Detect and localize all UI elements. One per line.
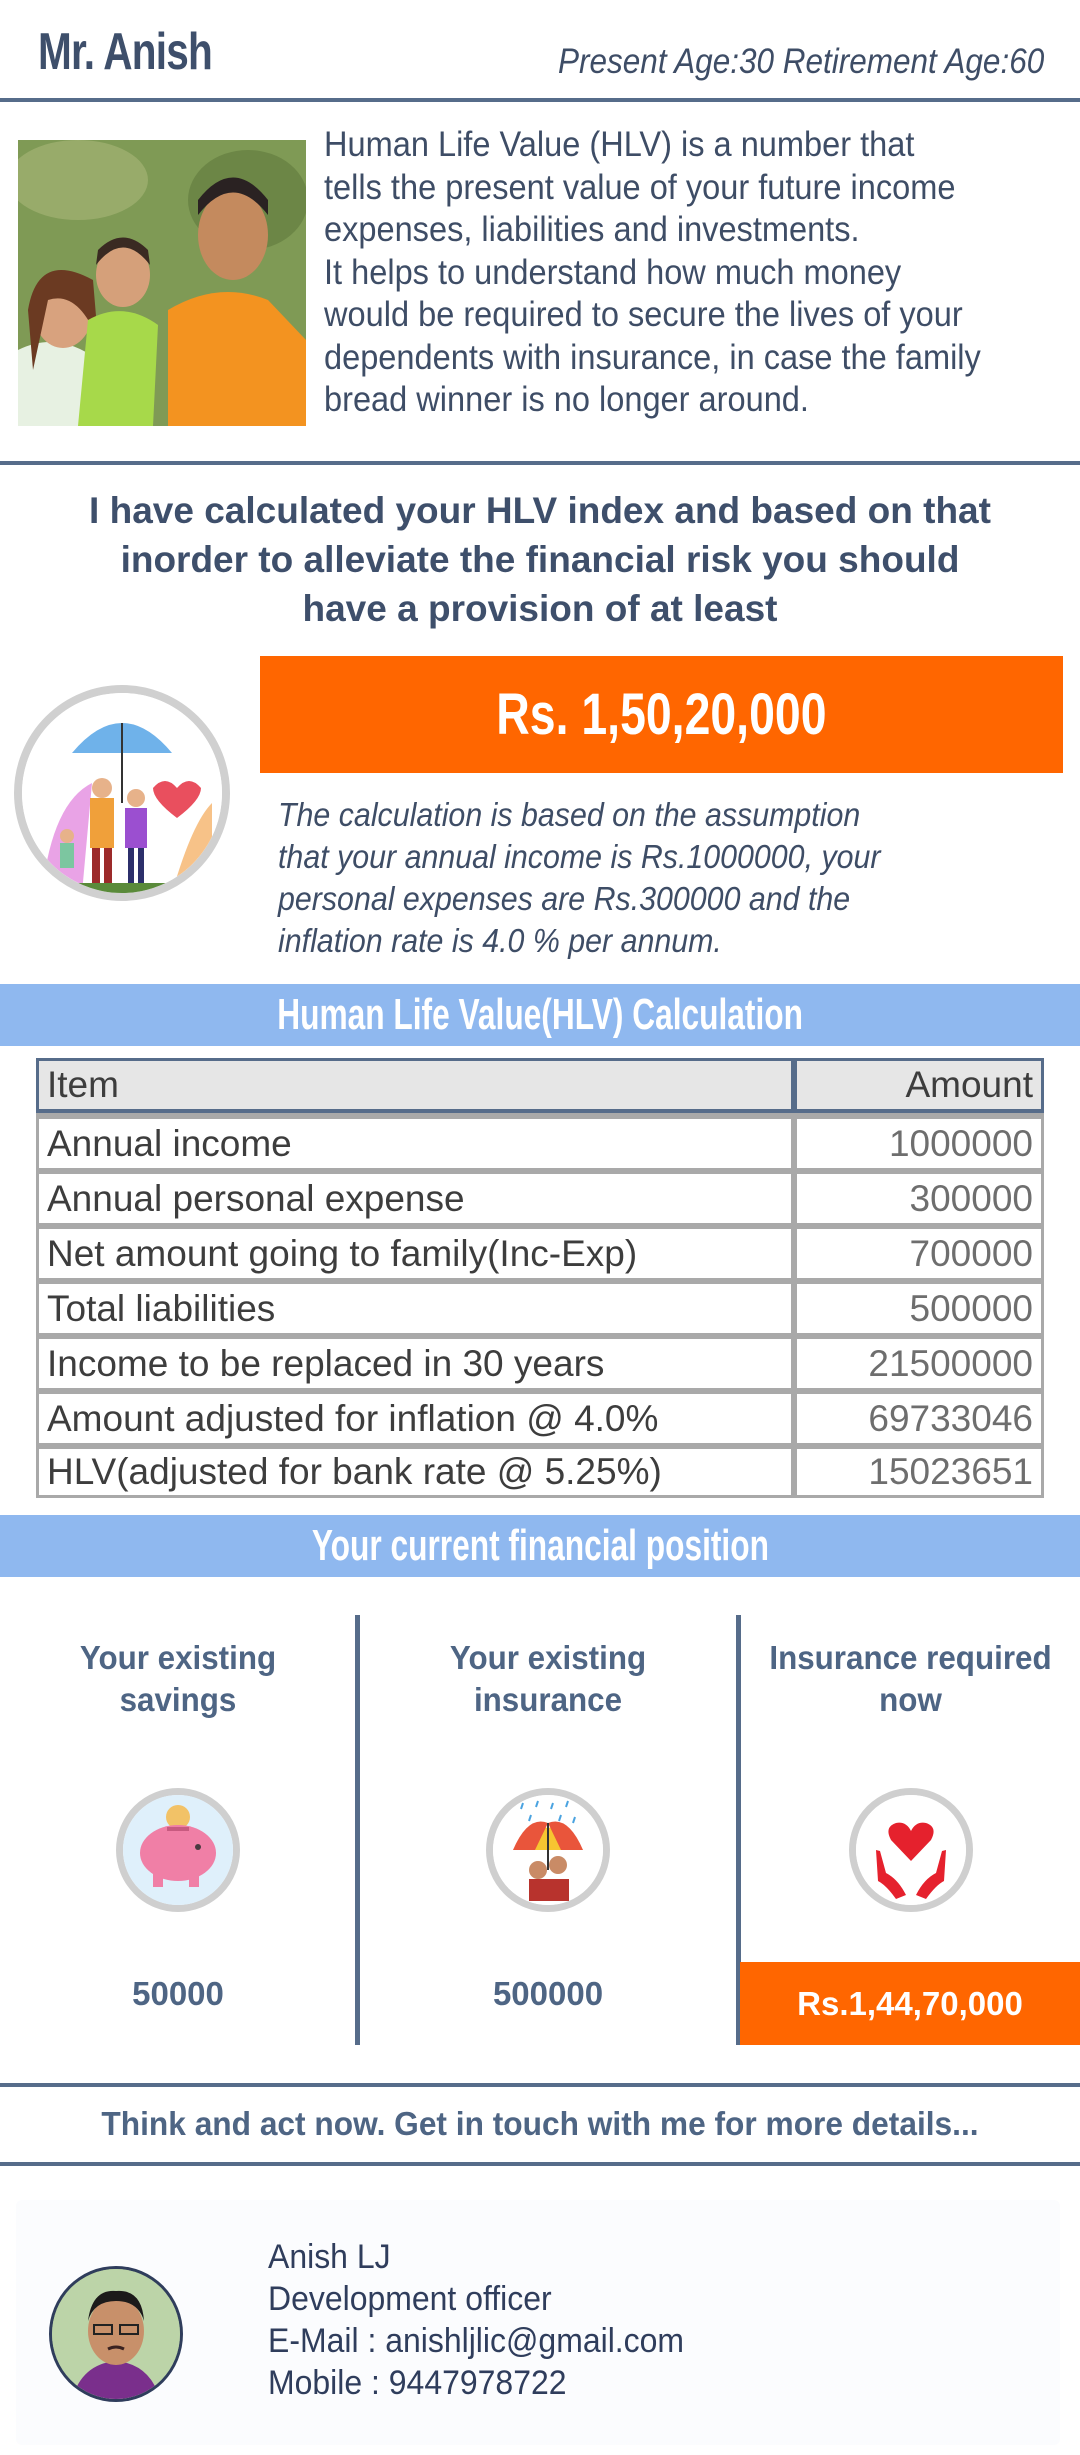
family-photo [18,140,306,426]
row-item: Annual income [36,1113,794,1168]
row-amount: 300000 [794,1168,1044,1223]
column-title-line: Your existing [449,1639,647,1676]
hlv-calculation-table: Item Amount Annual income 1000000 Annual … [36,1058,1044,1498]
assumption-note: The calculation is based on the assumpti… [278,794,1014,962]
cta-top-divider [0,2083,1080,2087]
hlv-description-line: tells the present value of your future i… [324,167,956,207]
table-row: HLV(adjusted for bank rate @ 5.25%) 15023… [36,1443,1044,1498]
hlv-description-line: would be required to secure the lives of… [324,295,963,334]
column-title-line: insurance [473,1681,623,1718]
table-row: Total liabilities 500000 [36,1278,1044,1333]
piggy-bank-icon [116,1788,240,1912]
column-title-line: Your existing [79,1639,277,1676]
column-title: Your existing savings [9,1637,347,1721]
position-section-title: Your current financial position [311,1521,769,1570]
headline-line: have a provision of at least [302,588,778,629]
assumption-line: that your annual income is Rs.1000000, y… [278,838,881,875]
insurance-required-value: Rs.1,44,70,000 [797,1984,1023,2022]
contact-name: Anish LJ [268,2238,391,2276]
heart-hands-icon [848,1788,973,1912]
age-info: Present Age:30 Retirement Age:60 [557,42,1044,81]
hlv-description-line: dependents with insurance, in case the f… [324,337,981,377]
row-amount: 21500000 [794,1333,1044,1388]
hlv-description-line: expenses, liabilities and investments. [324,210,860,249]
hlv-section-title: Human Life Value(HLV) Calculation [277,990,803,1039]
contact-email[interactable]: E-Mail : anishljlic@gmail.com [268,2320,684,2362]
row-item: Total liabilities [36,1278,794,1333]
table-row: Income to be replaced in 30 years 2150000… [36,1333,1044,1388]
column-title: Insurance required now [749,1637,1071,1721]
cta-bottom-divider [0,2162,1080,2166]
hlv-description-line: It helps to understand how much money [324,252,902,292]
row-amount: 700000 [794,1223,1044,1278]
row-item: Annual personal expense [36,1168,794,1223]
row-item: HLV(adjusted for bank rate @ 5.25%) [36,1443,794,1498]
hlv-section-header: Human Life Value(HLV) Calculation [0,984,1080,1046]
umbrella-family-icon [486,1788,610,1912]
assumption-line: personal expenses are Rs.300000 and the [278,880,851,917]
position-section-header: Your current financial position [0,1515,1080,1577]
contact-details: Anish LJ Development officer E-Mail : an… [268,2236,711,2404]
column-title-line: savings [119,1681,237,1718]
provision-amount: Rs. 1,50,20,000 [496,682,827,747]
row-item: Amount adjusted for inflation @ 4.0% [36,1388,794,1443]
row-amount: 69733046 [794,1388,1044,1443]
hlv-description: Human Life Value (HLV) is a number that … [324,124,1068,422]
headline-line: inorder to alleviate the financial risk … [120,539,960,580]
header-divider [0,98,1080,102]
provision-amount-box: Rs. 1,50,20,000 [260,656,1063,773]
insurance-required-box: Rs.1,44,70,000 [740,1962,1080,2045]
column-header-amount: Amount [794,1058,1044,1113]
recommendation-headline: I have calculated your HLV index and bas… [0,486,1080,633]
row-amount: 15023651 [794,1443,1044,1498]
headline-line: I have calculated your HLV index and bas… [89,490,991,531]
table-row: Net amount going to family(Inc-Exp) 70000… [36,1223,1044,1278]
table-row: Amount adjusted for inflation @ 4.0% 6973… [36,1388,1044,1443]
row-item: Income to be replaced in 30 years [36,1333,794,1388]
column-title-line: now [879,1681,942,1718]
hlv-description-line: Human Life Value (HLV) is a number that [324,125,915,164]
assumption-line: inflation rate is 4.0 % per annum. [278,922,722,959]
insurance-family-illustration [14,685,230,901]
hlv-description-line: bread winner is no longer around. [324,380,809,419]
existing-savings-value: 50000 [132,1975,224,2012]
row-amount: 500000 [794,1278,1044,1333]
column-title-line: Insurance required [769,1639,1052,1676]
row-amount: 1000000 [794,1113,1044,1168]
existing-savings-column: Your existing savings 50000 [0,1615,356,2045]
contact-mobile[interactable]: Mobile : 9447978722 [268,2362,684,2404]
column-divider [355,1615,360,2045]
table-row: Annual personal expense 300000 [36,1168,1044,1223]
intro-divider [0,461,1080,465]
column-title: Your existing insurance [379,1637,717,1721]
call-to-action: Think and act now. Get in touch with me … [101,2105,979,2142]
table-row: Annual income 1000000 [36,1113,1044,1168]
agent-avatar [49,2266,183,2402]
contact-designation: Development officer [268,2280,552,2318]
assumption-line: The calculation is based on the assumpti… [278,796,861,833]
row-item: Net amount going to family(Inc-Exp) [36,1223,794,1278]
table-header-row: Item Amount [36,1058,1044,1113]
column-header-item: Item [36,1058,794,1113]
existing-insurance-value: 500000 [492,1975,604,2012]
client-name: Mr. Anish [38,23,213,81]
existing-insurance-column: Your existing insurance 500000 [370,1615,726,2045]
